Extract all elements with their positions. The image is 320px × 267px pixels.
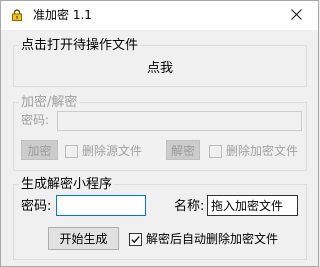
delete-encrypted-label: 删除加密文件: [226, 144, 299, 158]
generator-group-title: 生成解密小程序: [19, 177, 115, 192]
window-title: 准加密 1.1: [33, 8, 92, 22]
open-file-group-title: 点击打开待操作文件: [19, 38, 141, 53]
encrypt-password-field[interactable]: [57, 111, 302, 131]
lock-icon: [12, 9, 22, 21]
close-button[interactable]: [283, 3, 311, 27]
generator-password-field[interactable]: [56, 195, 146, 216]
name-field[interactable]: [207, 195, 298, 216]
delete-source-checkbox[interactable]: [65, 145, 78, 158]
checkmark-icon: [131, 236, 140, 244]
auto-delete-checkbox[interactable]: [129, 233, 142, 246]
encrypt-button[interactable]: 加密: [21, 140, 58, 160]
generator-password-label: 密码:: [21, 199, 52, 214]
start-generate-button[interactable]: 开始生成: [48, 227, 119, 250]
app-window: 准加密 1.1 点击打开待操作文件 点我 加密/解密 密码: 加密 删除源文件 …: [0, 0, 319, 267]
title-bar[interactable]: 准加密 1.1: [1, 1, 318, 30]
encrypt-password-label: 密码:: [21, 113, 50, 127]
encrypt-decrypt-group-title: 加密/解密: [19, 95, 80, 110]
close-icon: [291, 9, 302, 20]
name-label: 名称:: [174, 199, 205, 214]
delete-source-label: 删除源文件: [82, 144, 143, 158]
decrypt-button[interactable]: 解密: [166, 140, 200, 160]
auto-delete-label: 解密后自动删除加密文件: [146, 232, 279, 246]
delete-encrypted-checkbox[interactable]: [209, 145, 222, 158]
click-me-label[interactable]: 点我: [147, 61, 173, 76]
